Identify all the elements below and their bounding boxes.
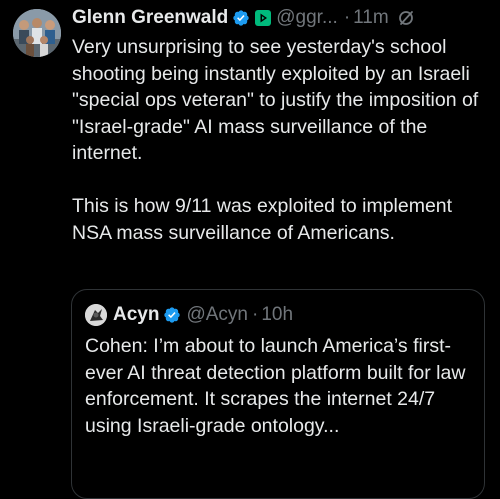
tweet-timestamp[interactable]: 11m [353, 5, 389, 31]
separator-dot: · [252, 304, 259, 325]
edited-icon[interactable] [397, 9, 415, 27]
verified-badge-icon[interactable] [232, 9, 250, 27]
quoted-tweet-card[interactable]: Acyn @Acyn · 10h Cohen: I’m about to lau… [71, 289, 485, 499]
separator-dot: · [343, 7, 351, 28]
quoted-tweet-timestamp[interactable]: 10h [261, 302, 293, 328]
tweet-body: Very unsurprising to see yesterday's sch… [72, 34, 492, 246]
quoted-author-handle[interactable]: @Acyn [186, 302, 248, 328]
author-avatar[interactable] [13, 9, 61, 57]
author-name[interactable]: Glenn Greenwald [72, 5, 228, 31]
author-handle[interactable]: @ggr... [276, 5, 338, 31]
subscription-badge-icon[interactable] [254, 9, 272, 27]
verified-badge-icon[interactable] [163, 306, 181, 324]
quoted-tweet-body: Cohen: I’m about to launch America’s fir… [85, 335, 466, 437]
tweet-header: Glenn Greenwald @ggr... · 11m [72, 5, 415, 31]
quoted-author-name[interactable]: Acyn [113, 302, 159, 328]
quoted-tweet-header: Acyn @Acyn · 10h [85, 302, 293, 328]
tweet-paragraph: Very unsurprising to see yesterday's sch… [72, 36, 479, 164]
quoted-author-avatar[interactable] [85, 304, 107, 326]
tweet-paragraph: This is how 9/11 was exploited to implem… [72, 195, 453, 244]
